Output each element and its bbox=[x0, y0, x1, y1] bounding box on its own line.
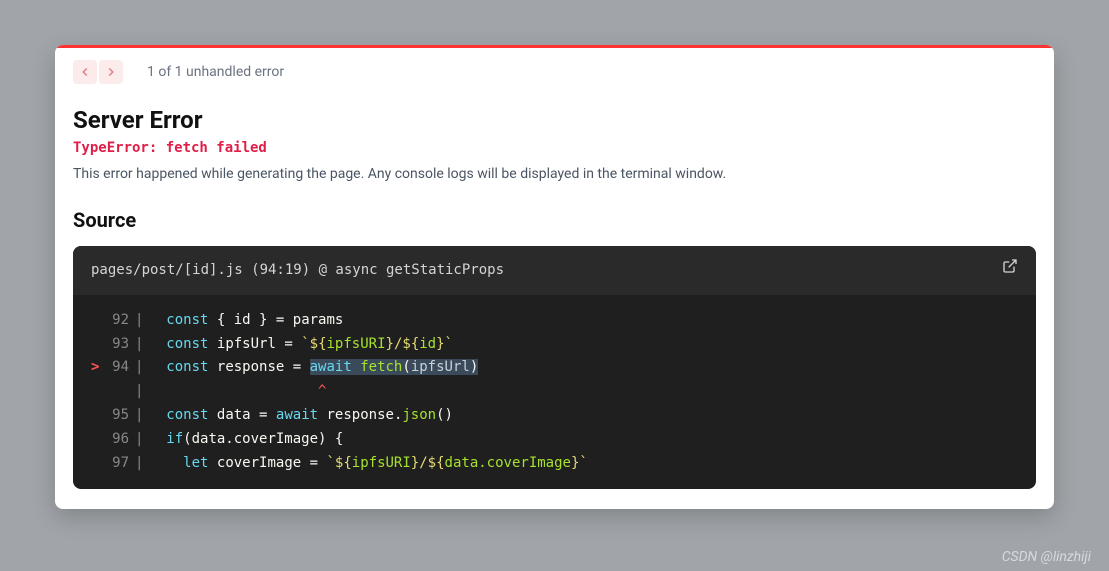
code-header: pages/post/[id].js (94:19) @ async getSt… bbox=[73, 246, 1036, 295]
source-code-block: pages/post/[id].js (94:19) @ async getSt… bbox=[73, 246, 1036, 489]
error-title: Server Error bbox=[73, 106, 1036, 134]
error-content: Server Error TypeError: fetch failed Thi… bbox=[55, 90, 1054, 509]
source-location: pages/post/[id].js (94:19) @ async getSt… bbox=[91, 259, 504, 283]
code-body: 92| const { id } = params 93| const ipfs… bbox=[73, 295, 1036, 490]
code-line-95: 95| const data = await response.json() bbox=[91, 404, 1018, 428]
next-error-button[interactable] bbox=[99, 60, 123, 84]
watermark: CSDN @linzhiji bbox=[1002, 549, 1091, 565]
error-description: This error happened while generating the… bbox=[73, 166, 1036, 182]
error-card: 1 of 1 unhandled error Server Error Type… bbox=[55, 45, 1054, 509]
code-line-94: >94| const response = await fetch(ipfsUr… bbox=[91, 356, 1018, 380]
code-line-93: 93| const ipfsUrl = `${ipfsURI}/${id}` bbox=[91, 333, 1018, 357]
arrow-left-icon bbox=[78, 65, 92, 79]
external-link-icon bbox=[1002, 258, 1018, 274]
prev-error-button[interactable] bbox=[73, 60, 97, 84]
code-line-92: 92| const { id } = params bbox=[91, 309, 1018, 333]
code-line-96: 96| if(data.coverImage) { bbox=[91, 428, 1018, 452]
source-heading: Source bbox=[73, 208, 1036, 232]
arrow-right-icon bbox=[104, 65, 118, 79]
code-caret-line: | ^ bbox=[91, 380, 1018, 404]
nav-buttons bbox=[73, 60, 123, 84]
code-line-97: 97| let coverImage = `${ipfsURI}/${data.… bbox=[91, 452, 1018, 476]
open-external-button[interactable] bbox=[1002, 258, 1018, 283]
error-counter: 1 of 1 unhandled error bbox=[147, 64, 284, 80]
error-type: TypeError: fetch failed bbox=[73, 140, 1036, 156]
error-nav: 1 of 1 unhandled error bbox=[55, 48, 1054, 90]
